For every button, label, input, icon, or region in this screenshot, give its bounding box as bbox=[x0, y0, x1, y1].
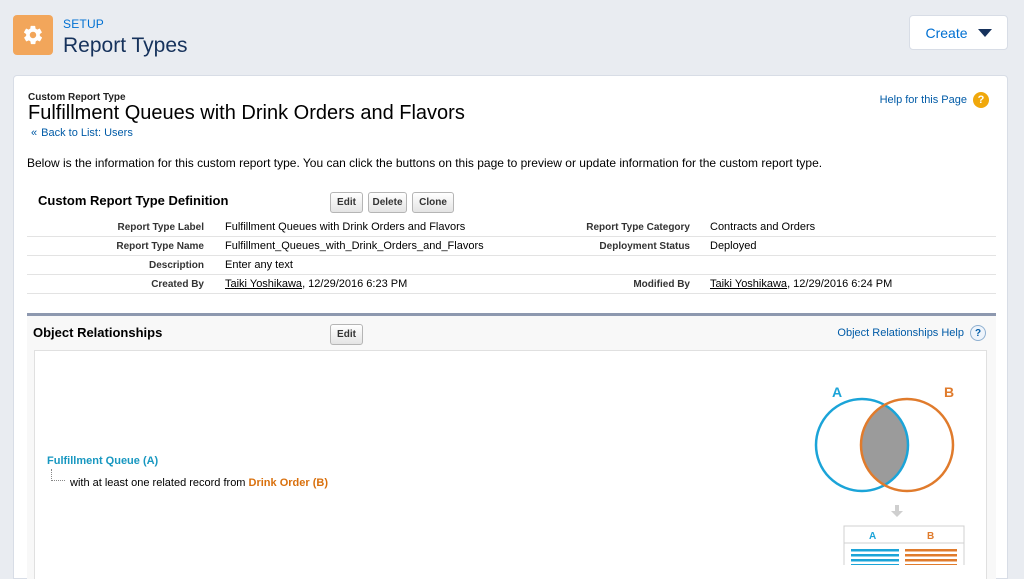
object-relationships-section: Object Relationships Edit Object Relatio… bbox=[27, 313, 996, 579]
relationship-text: with at least one related record from bbox=[70, 477, 249, 489]
help-icon: ? bbox=[970, 325, 986, 341]
created-by-user-link[interactable]: Taiki Yoshikawa bbox=[225, 278, 302, 290]
definition-row: Report Type Label Fulfillment Queues wit… bbox=[27, 218, 996, 237]
report-type-name-value: Fulfillment_Queues_with_Drink_Orders_and… bbox=[225, 240, 484, 252]
description-label: Description bbox=[148, 260, 204, 271]
object-relationships-help-link[interactable]: Object Relationships Help ? bbox=[837, 325, 986, 341]
report-type-label-label: Report Type Label bbox=[117, 222, 205, 233]
modified-by-label: Modified By bbox=[633, 279, 690, 290]
deployment-status-label: Deployment Status bbox=[599, 241, 690, 252]
report-type-label-value: Fulfillment Queues with Drink Orders and… bbox=[225, 221, 466, 233]
deployment-status-value: Deployed bbox=[710, 240, 757, 252]
primary-object: Fulfillment Queue (A) bbox=[47, 455, 159, 467]
table-header-b: B bbox=[927, 531, 934, 542]
table-header-a: A bbox=[869, 531, 876, 542]
caret-down-icon bbox=[977, 28, 992, 37]
definition-delete-button[interactable]: Delete bbox=[368, 192, 407, 213]
definition-table: Report Type Label Fulfillment Queues wit… bbox=[27, 218, 996, 294]
report-type-card: Custom Report Type Fulfillment Queues wi… bbox=[13, 75, 1008, 579]
report-type-category-value: Contracts and Orders bbox=[710, 221, 816, 233]
help-for-page-label: Help for this Page bbox=[879, 94, 967, 106]
help-icon: ? bbox=[973, 92, 989, 108]
modified-by-user-link[interactable]: Taiki Yoshikawa bbox=[710, 278, 787, 290]
object-relationships-heading: Object Relationships bbox=[33, 325, 163, 340]
report-type-name-label: Report Type Name bbox=[116, 241, 204, 252]
created-by-date: , 12/29/2016 6:23 PM bbox=[302, 278, 408, 290]
definition-row: Created By Taiki Yoshikawa, 12/29/2016 6… bbox=[27, 275, 996, 294]
secondary-object: Drink Order (B) bbox=[248, 477, 328, 489]
definition-heading: Custom Report Type Definition bbox=[38, 193, 229, 208]
page-header: SETUP Report Types Create bbox=[0, 0, 1024, 72]
modified-by-value: Taiki Yoshikawa, 12/29/2016 6:24 PM bbox=[710, 278, 892, 290]
back-arrow-icon: « bbox=[31, 127, 38, 139]
definition-clone-button[interactable]: Clone bbox=[412, 192, 454, 213]
venn-label-b: B bbox=[944, 384, 954, 400]
definition-row: Description Enter any text bbox=[27, 256, 996, 275]
relationships-panel: Fulfillment Queue (A) with at least one … bbox=[34, 350, 987, 579]
back-to-list-link[interactable]: «Back to List: Users bbox=[31, 127, 133, 139]
down-arrow-icon bbox=[891, 505, 903, 517]
venn-label-a: A bbox=[832, 384, 842, 400]
definition-row: Report Type Name Fulfillment_Queues_with… bbox=[27, 237, 996, 256]
create-button-label: Create bbox=[925, 24, 968, 41]
report-type-category-label: Report Type Category bbox=[586, 222, 690, 233]
definition-edit-button[interactable]: Edit bbox=[330, 192, 363, 213]
description-value: Enter any text bbox=[225, 259, 293, 271]
object-relationships-help-label: Object Relationships Help bbox=[837, 327, 964, 339]
intro-text: Below is the information for this custom… bbox=[27, 156, 823, 170]
page-title: Report Types bbox=[63, 34, 188, 57]
created-by-value: Taiki Yoshikawa, 12/29/2016 6:23 PM bbox=[225, 278, 407, 290]
created-by-label: Created By bbox=[151, 279, 204, 290]
relationships-edit-button[interactable]: Edit bbox=[330, 324, 363, 345]
relationship-description: with at least one related record from Dr… bbox=[70, 477, 328, 489]
setup-label: SETUP bbox=[63, 17, 105, 31]
gear-icon bbox=[13, 15, 53, 55]
venn-diagram: A B A B bbox=[814, 384, 965, 565]
create-button[interactable]: Create bbox=[909, 15, 1008, 50]
back-to-list-label: Back to List: Users bbox=[41, 127, 133, 139]
modified-by-date: , 12/29/2016 6:24 PM bbox=[787, 278, 893, 290]
report-type-title: Fulfillment Queues with Drink Orders and… bbox=[28, 102, 465, 124]
help-for-page-link[interactable]: Help for this Page ? bbox=[880, 92, 989, 108]
tree-connector bbox=[51, 469, 65, 481]
